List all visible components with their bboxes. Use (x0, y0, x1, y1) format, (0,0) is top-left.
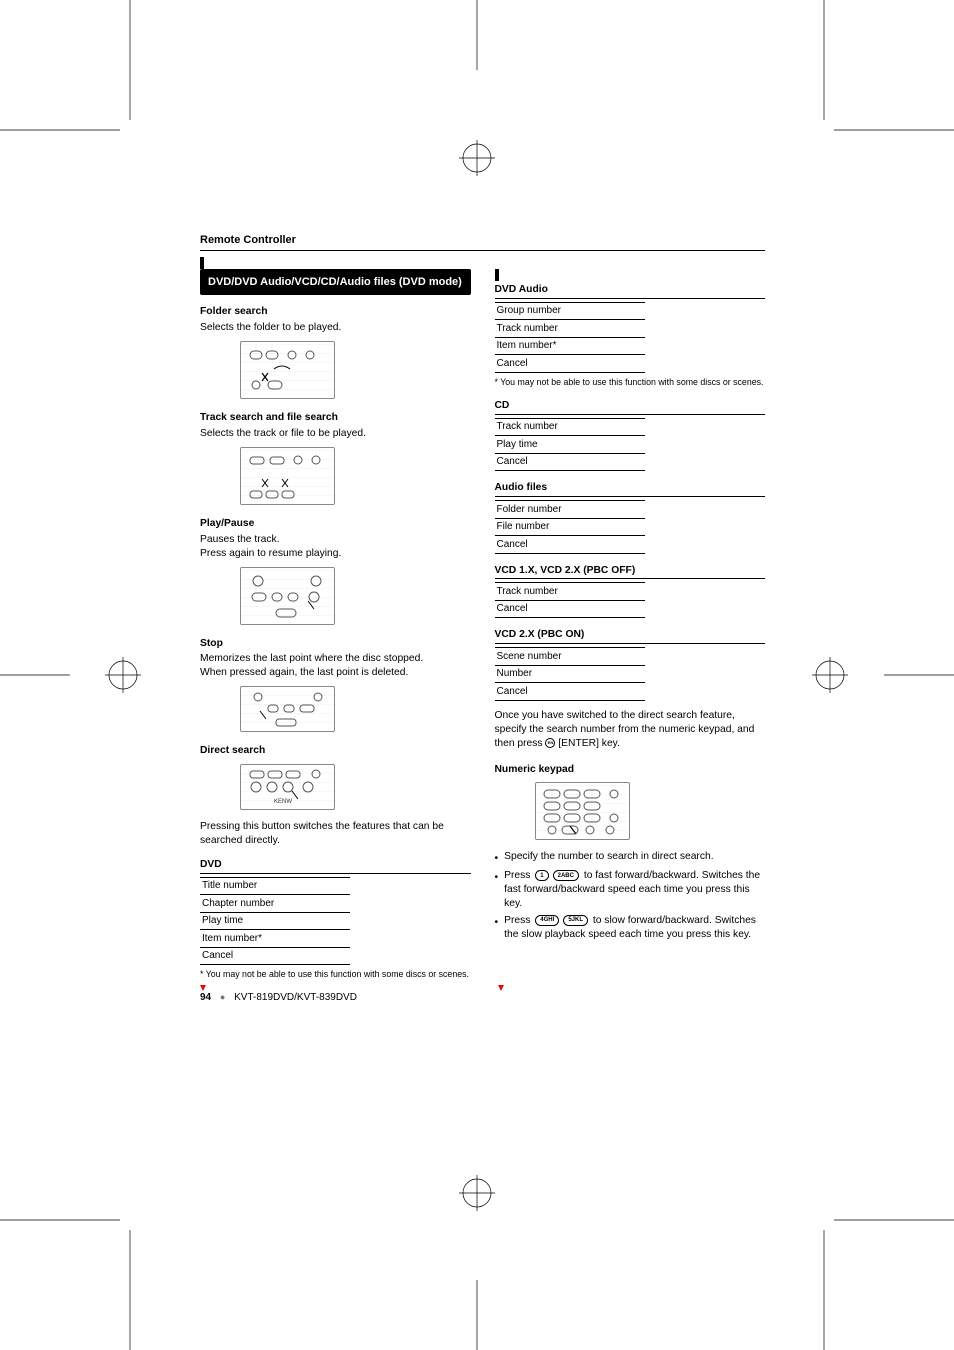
vcd2-table: Scene number Number Cancel (495, 647, 645, 701)
table-row: Cancel (495, 355, 645, 373)
table-row: Track number (495, 582, 645, 601)
folder-search-desc: Selects the folder to be played. (200, 321, 471, 335)
dvdaudio-head: DVD Audio (495, 283, 766, 299)
bullet-text: Specify the number to search in direct s… (504, 850, 713, 866)
right-column: DVD Audio Group number Track number Item… (495, 269, 766, 981)
table-row: Cancel (495, 601, 645, 619)
bullet-item: • Press 4GHI5JKL to slow forward/backwar… (495, 914, 766, 942)
switch-text: Once you have switched to the direct sea… (495, 710, 755, 749)
audio-table: Folder number File number Cancel (495, 500, 645, 554)
mode-title: DVD/DVD Audio/VCD/CD/Audio files (DVD mo… (200, 269, 471, 295)
table-row: Cancel (495, 683, 645, 701)
play-pause-l1: Pauses the track. (200, 533, 471, 547)
key-2-icon: 2ABC (553, 870, 579, 881)
remote-figure-play (240, 567, 335, 625)
page-content: Remote Controller DVD/DVD Audio/VCD/CD/A… (200, 230, 765, 981)
remote-figure-numeric (535, 782, 630, 840)
vcd1-head: VCD 1.X, VCD 2.X (PBC OFF) (495, 564, 766, 580)
bullet-icon: • (495, 852, 499, 866)
stop-head: Stop (200, 637, 471, 651)
dvd-head: DVD (200, 858, 471, 874)
table-row: Play time (200, 913, 350, 931)
page-footer: 94 ● KVT-819DVD/KVT-839DVD (200, 992, 357, 1003)
bullet-icon: • (495, 871, 499, 911)
remote-figure-direct: KENW (240, 764, 335, 810)
cd-table: Track number Play time Cancel (495, 418, 645, 472)
continuation-marker-icon (200, 985, 206, 991)
cd-head: CD (495, 399, 766, 415)
table-row: Title number (200, 877, 350, 896)
folder-search-head: Folder search (200, 305, 471, 319)
table-row: Item number* (495, 338, 645, 356)
direct-search-head: Direct search (200, 744, 471, 758)
left-column: DVD/DVD Audio/VCD/CD/Audio files (DVD mo… (200, 269, 471, 981)
table-row: Number (495, 666, 645, 684)
column-tick-icon (495, 269, 499, 281)
remote-figure-folder (240, 341, 335, 399)
table-row: Cancel (495, 536, 645, 554)
continuation-marker-icon (498, 985, 504, 991)
dvdaudio-table: Group number Track number Item number* C… (495, 302, 645, 373)
table-row: Group number (495, 302, 645, 321)
bullet-text: Press 4GHI5JKL to slow forward/backward.… (504, 914, 765, 942)
table-row: Track number (495, 418, 645, 437)
bullet-item: • Press 12ABC to fast forward/backward. … (495, 869, 766, 911)
remote-figure-track (240, 447, 335, 505)
table-row: Item number* (200, 930, 350, 948)
table-row: Cancel (495, 454, 645, 472)
table-row: Folder number (495, 500, 645, 519)
key-1-icon: 1 (535, 870, 548, 881)
enter-key-icon: EN (545, 738, 555, 748)
page-header: Remote Controller (200, 230, 765, 251)
dvd-table: Title number Chapter number Play time It… (200, 877, 350, 966)
table-row: Cancel (200, 948, 350, 966)
bullet-list: • Specify the number to search in direct… (495, 850, 766, 941)
table-row: Track number (495, 320, 645, 338)
model-number: KVT-819DVD/KVT-839DVD (234, 992, 357, 1003)
bullet-text: Press 12ABC to fast forward/backward. Sw… (504, 869, 765, 911)
header-title: Remote Controller (200, 234, 296, 246)
switch-paragraph: Once you have switched to the direct sea… (495, 709, 766, 751)
key-4-icon: 4GHI (535, 915, 559, 926)
bullet-icon: • (495, 916, 499, 942)
vcd2-head: VCD 2.X (PBC ON) (495, 628, 766, 644)
numeric-head: Numeric keypad (495, 763, 766, 777)
play-pause-head: Play/Pause (200, 517, 471, 531)
dvd-note: * You may not be able to use this functi… (200, 969, 471, 981)
bullet-item: • Specify the number to search in direct… (495, 850, 766, 866)
dvdaudio-note: * You may not be able to use this functi… (495, 377, 766, 389)
switch-tail: [ENTER] key. (555, 738, 619, 749)
remote-figure-stop (240, 686, 335, 732)
play-pause-l2: Press again to resume playing. (200, 547, 471, 561)
track-search-head: Track search and file search (200, 411, 471, 425)
key-5-icon: 5JKL (563, 915, 588, 926)
table-row: File number (495, 519, 645, 537)
table-row: Chapter number (200, 895, 350, 913)
audio-head: Audio files (495, 481, 766, 497)
svg-text:KENW: KENW (274, 799, 292, 805)
stop-l1: Memorizes the last point where the disc … (200, 652, 471, 666)
track-search-desc: Selects the track or file to be played. (200, 427, 471, 441)
table-row: Play time (495, 436, 645, 454)
direct-search-desc: Pressing this button switches the featur… (200, 820, 471, 848)
table-row: Scene number (495, 647, 645, 666)
page-number: 94 (200, 992, 211, 1003)
bullet-separator-icon: ● (220, 992, 225, 1002)
stop-l2: When pressed again, the last point is de… (200, 666, 471, 680)
vcd1-table: Track number Cancel (495, 582, 645, 618)
